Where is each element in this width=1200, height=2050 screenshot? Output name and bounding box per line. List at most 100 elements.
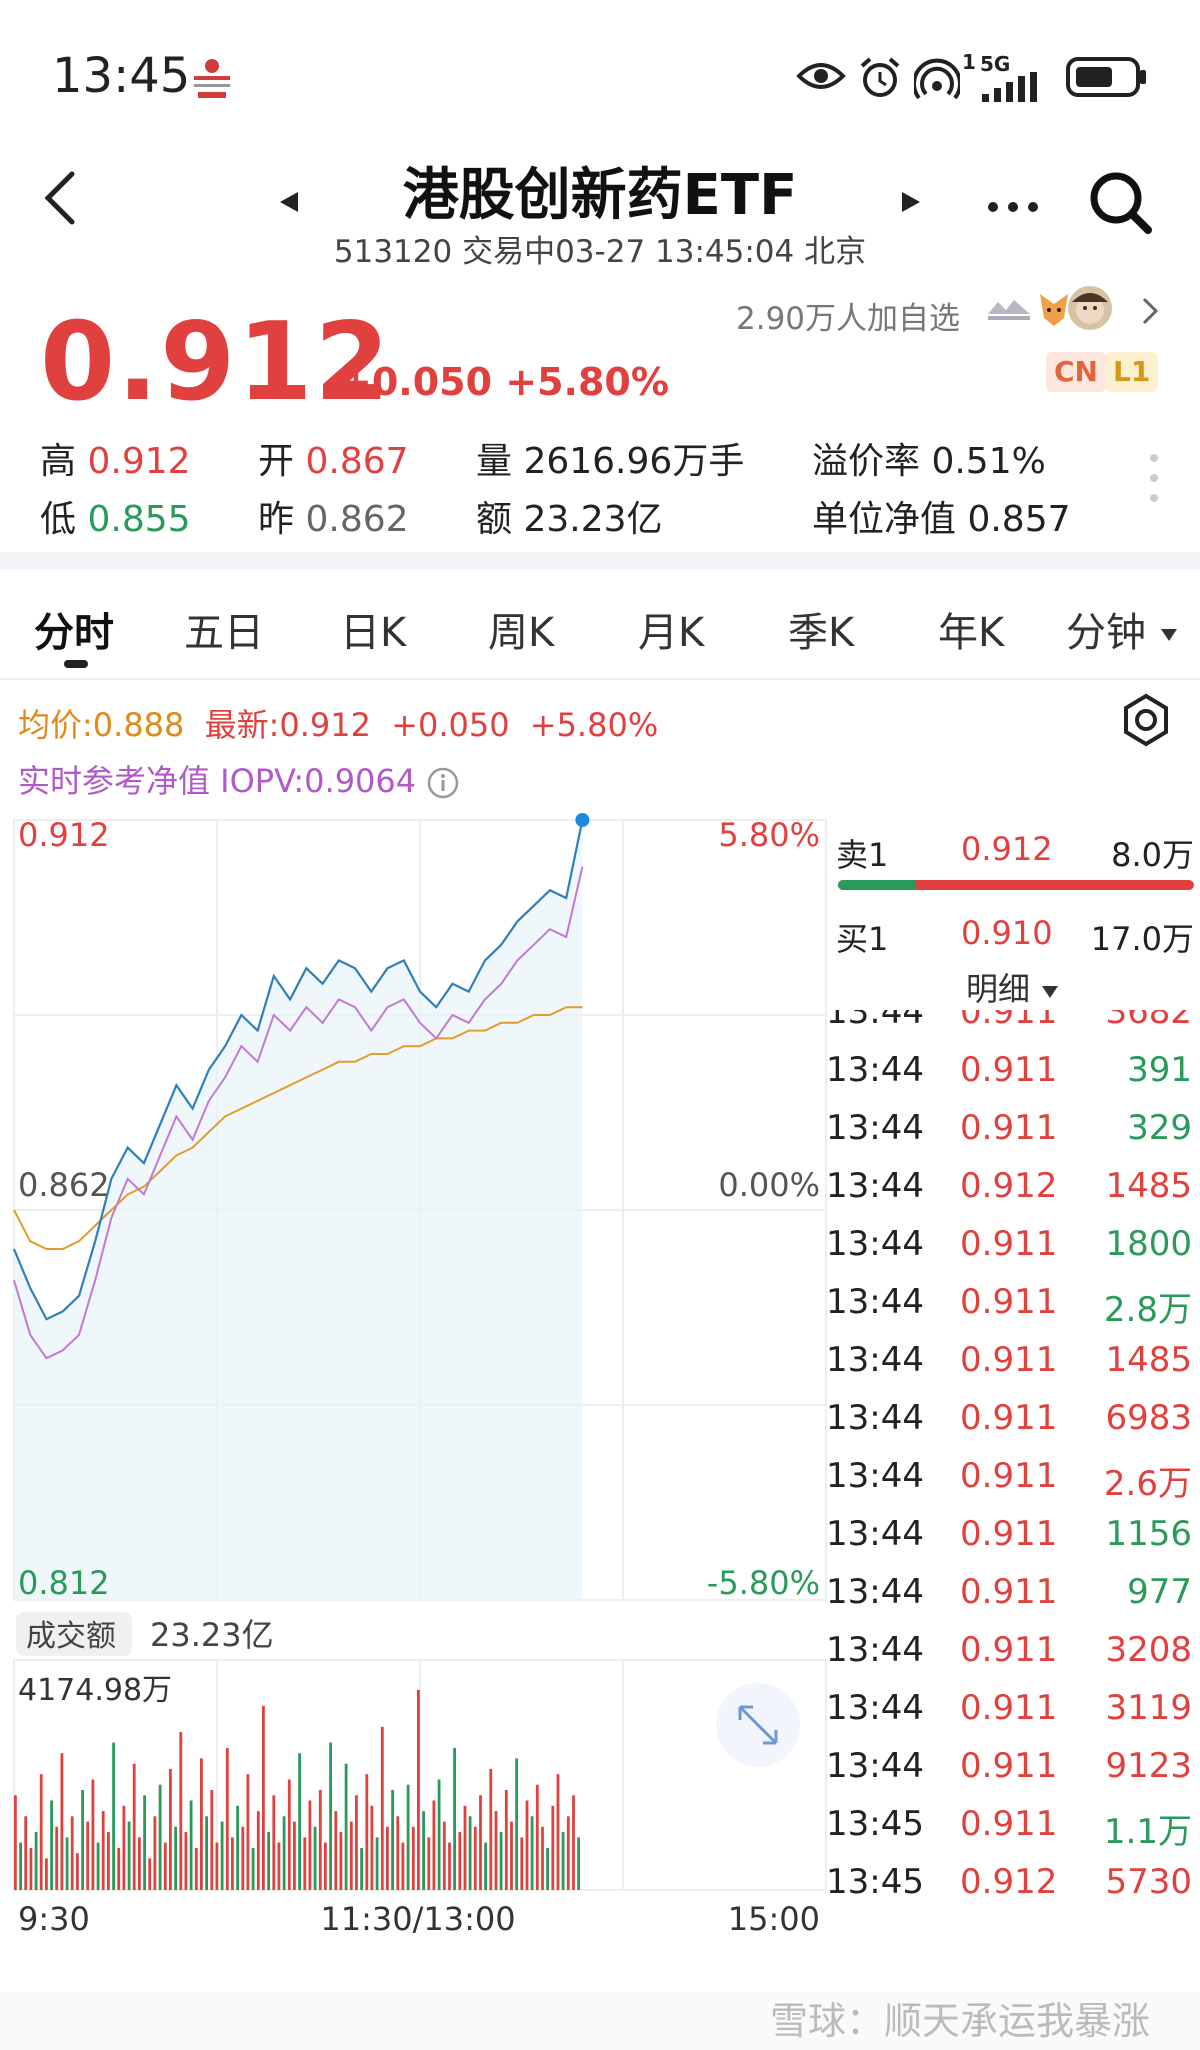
trade-time: 13:45 (826, 1862, 924, 1902)
trade-row: 13:44 0.911 6983 (826, 1398, 1200, 1448)
volume-bar (91, 1779, 95, 1890)
volume-bar (122, 1805, 126, 1890)
volume-bar (127, 1821, 131, 1890)
trade-volume: 6983 (1105, 1398, 1192, 1438)
carrier-logo-icon (194, 59, 230, 98)
volume-bar (308, 1800, 312, 1890)
trade-price: 0.911 (960, 1514, 1058, 1554)
volume-bar (29, 1847, 33, 1890)
volume-bar (132, 1763, 136, 1890)
bid-row[interactable]: 买1 0.910 17.0万 (826, 914, 1200, 958)
trade-price: 0.911 (960, 1572, 1058, 1612)
trade-price: 0.911 (960, 1688, 1058, 1728)
stat-prev-close: 昨 0.862 (258, 490, 409, 542)
stat-high: 高 0.912 (40, 432, 191, 484)
bid-volume: 17.0万 (1090, 920, 1194, 958)
signal-icon (982, 72, 1037, 102)
volume-bar (81, 1790, 84, 1890)
volume-bar (375, 1837, 379, 1890)
volume-bars (14, 1690, 580, 1890)
trade-row: 13:44 0.911 3208 (826, 1630, 1200, 1680)
volume-bar (396, 1816, 400, 1890)
volume-bar (556, 1774, 560, 1890)
tab-daily-k[interactable]: 日K (340, 600, 406, 658)
trade-row: 13:44 0.912 1485 (826, 1166, 1200, 1216)
ask-row[interactable]: 卖1 0.912 8.0万 (826, 830, 1200, 874)
trade-row: 13:44 0.911 1800 (826, 1224, 1200, 1274)
volume-bar (241, 1826, 245, 1890)
volume-bar (473, 1826, 477, 1890)
volume-bar (489, 1768, 493, 1890)
tab-intraday[interactable]: 分时 (34, 600, 114, 658)
alarm-icon (860, 57, 900, 97)
volume-bar (566, 1816, 570, 1890)
volume-bar (484, 1842, 487, 1890)
last-price-dot (575, 813, 590, 827)
volume-bar (422, 1811, 425, 1890)
volume-bar (293, 1821, 296, 1890)
volume-bar (520, 1837, 524, 1890)
high-value: 0.912 (87, 441, 191, 482)
volume-bar (76, 1853, 79, 1890)
chevron-right-icon[interactable] (1140, 296, 1160, 326)
volume-bar (510, 1821, 513, 1890)
low-label: 低 (40, 499, 77, 540)
volume-bar (546, 1847, 549, 1890)
volume-bar (277, 1842, 281, 1890)
settings-icon[interactable] (1118, 692, 1174, 748)
tab-five-day[interactable]: 五日 (184, 600, 264, 658)
tab-weekly-k[interactable]: 周K (488, 600, 554, 658)
volume-bar (14, 1795, 17, 1890)
bid-price: 0.910 (961, 914, 1053, 952)
volume-bar (535, 1784, 539, 1890)
x-label-open: 9:30 (18, 1900, 90, 1938)
tab-minute[interactable]: 分钟 (1066, 600, 1179, 658)
trade-list[interactable]: 13:44 0.911 3682 13:44 0.911 391 13:44 0.911 329… (826, 1010, 1200, 1930)
volume-bar (179, 1732, 183, 1890)
trade-volume: 3682 (1105, 1010, 1192, 1032)
volume-bar (525, 1800, 529, 1890)
trade-row: 13:45 0.911 1.1万 (826, 1804, 1200, 1854)
volume-bar (45, 1858, 48, 1890)
volume-bar (370, 1805, 374, 1890)
volume-bar (479, 1795, 482, 1890)
stat-amount: 额 23.23亿 (476, 499, 663, 540)
volume-max: 4174.98万 (18, 1673, 172, 1708)
followers-count[interactable]: 2.90万人加自选 (736, 293, 960, 338)
volume-bar (86, 1821, 90, 1890)
trade-price: 0.911 (960, 1282, 1058, 1322)
dropdown-icon (1160, 629, 1177, 641)
badge-l1: L1 (1105, 352, 1159, 392)
intraday-chart[interactable]: 0.912 0.862 0.812 5.80% 0.00% -5.80% 成交额… (0, 810, 830, 1950)
volume-bar (107, 1832, 110, 1890)
avg-price-legend: 均价:0.888 (18, 706, 185, 744)
detail-toggle[interactable]: 明细 (966, 964, 1060, 1010)
open-label: 开 (258, 441, 295, 482)
volume-bar (453, 1747, 456, 1890)
x-label-midday: 11:30/13:00 (320, 1900, 515, 1938)
volume-bar (365, 1774, 369, 1890)
trade-time: 13:44 (826, 1398, 924, 1438)
status-time: 13:45 (52, 48, 191, 104)
volume-bar (298, 1753, 301, 1890)
volume-bar (236, 1805, 239, 1890)
tab-yearly-k[interactable]: 年K (938, 600, 1004, 658)
tab-quarterly-k[interactable]: 季K (788, 600, 854, 658)
hotspot-icon (914, 58, 960, 100)
volume-bar (572, 1795, 575, 1890)
volume-bar (355, 1795, 358, 1890)
volume-bar (504, 1790, 508, 1890)
tab-monthly-k[interactable]: 月K (638, 600, 704, 658)
volume-bar (468, 1816, 472, 1890)
volume-bar (282, 1816, 286, 1890)
status-bar: 13:45 1 5G (0, 0, 1200, 130)
vertical-more-icon[interactable] (1148, 452, 1160, 504)
volume-bar (210, 1790, 214, 1890)
info-icon[interactable] (426, 766, 460, 800)
y-label-top: 0.912 (18, 816, 110, 854)
volume-bar (339, 1832, 343, 1890)
trade-volume: 3208 (1105, 1630, 1192, 1670)
stat-nav: 单位净值 0.857 (812, 499, 1071, 540)
pct-label-top: 5.80% (718, 816, 820, 854)
trade-volume: 2.8万 (1103, 1290, 1192, 1330)
